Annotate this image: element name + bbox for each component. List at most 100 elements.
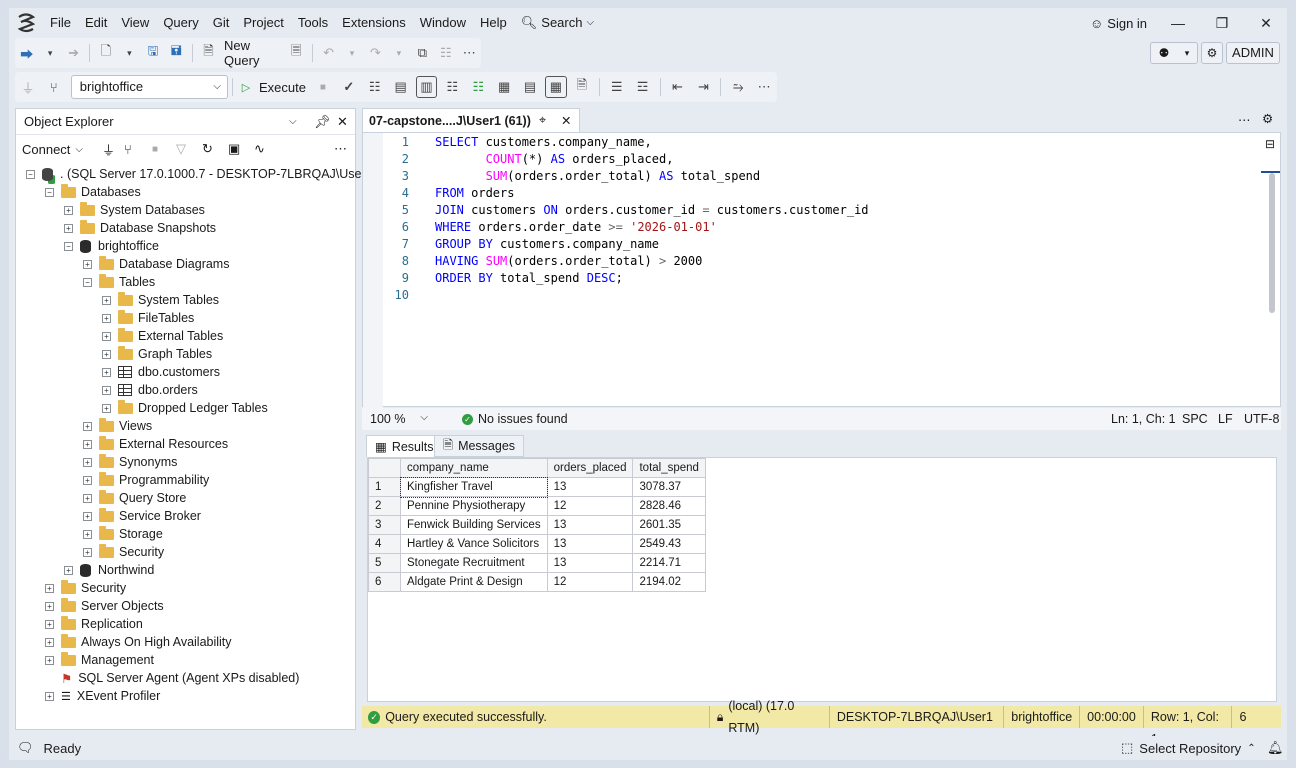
expand-icon[interactable]: + (102, 367, 111, 377)
line-ending[interactable]: LF (1218, 412, 1233, 426)
expand-icon[interactable]: + (83, 421, 92, 431)
properties-icon[interactable]: ☷ (436, 42, 455, 64)
redo-icon[interactable]: ↷ (366, 42, 385, 64)
expand-icon[interactable]: + (64, 205, 73, 215)
expand-icon[interactable]: + (83, 511, 92, 521)
expand-icon[interactable]: + (83, 259, 92, 269)
pin-icon[interactable]: ⌖ (539, 113, 546, 128)
execute-button[interactable]: ▷ Execute (237, 76, 310, 98)
forward-icon[interactable]: ➔ (64, 42, 83, 64)
tab-messages[interactable]: 🗎 Messages (434, 435, 525, 457)
expand-icon[interactable]: + (64, 565, 73, 575)
more-icon[interactable]: ⋯ (334, 141, 347, 157)
sign-in-button[interactable]: ☺ Sign in (1090, 14, 1147, 32)
tree-node[interactable]: + Query Store (83, 489, 186, 507)
tree-node[interactable]: + Always On High Availability (45, 633, 232, 651)
include-plan-icon[interactable]: ☷ (441, 76, 463, 98)
close-icon[interactable]: ✕ (337, 114, 348, 130)
dropdown-icon[interactable]: ▾ (342, 42, 361, 64)
tree-node[interactable]: + Programmability (83, 471, 209, 489)
tab-list-icon[interactable]: ⋯ (1238, 112, 1251, 127)
expand-icon[interactable]: + (83, 529, 92, 539)
tree-node[interactable]: + Views (83, 417, 152, 435)
results-text-icon[interactable]: ▤ (519, 76, 541, 98)
expand-icon[interactable]: + (102, 385, 111, 395)
close-window-button[interactable]: ✕ (1244, 8, 1288, 38)
tree-node[interactable]: − brightoffice (64, 237, 159, 255)
select-repository-button[interactable]: ⬚ Select Repository ⌃ (1121, 740, 1256, 756)
table-cell[interactable]: 13 (546, 515, 634, 535)
whitespace-mode[interactable]: SPC (1182, 412, 1208, 426)
database-select[interactable]: brightoffice ⌵ (70, 75, 228, 99)
tree-node[interactable]: + FileTables (102, 309, 194, 327)
dropdown-icon[interactable]: ▾ (120, 42, 139, 64)
row-number[interactable]: 5 (368, 553, 401, 573)
menu-file[interactable]: File (43, 8, 78, 38)
collapse-icon[interactable]: − (83, 277, 92, 287)
save-icon[interactable]: 🖫 (143, 42, 162, 64)
user-badge[interactable]: ADMIN (1226, 42, 1280, 64)
row-number[interactable]: 2 (368, 496, 401, 516)
table-row[interactable]: 1 Kingfisher Travel 13 3078.37 (368, 476, 706, 498)
stop-icon[interactable]: ■ (152, 144, 158, 155)
grid-corner[interactable] (368, 458, 401, 478)
table-cell[interactable]: 13 (546, 477, 634, 497)
notifications-icon[interactable]: 🔔︎ (1267, 740, 1284, 756)
table-cell[interactable]: Aldgate Print & Design (400, 572, 548, 592)
tree-node[interactable]: + Management (45, 651, 154, 669)
dropdown-icon[interactable]: ▾ (389, 42, 408, 64)
uncomment-icon[interactable]: ☲ (632, 76, 654, 98)
table-cell[interactable]: Fenwick Building Services (400, 515, 548, 535)
table-row[interactable]: 3 Fenwick Building Services 13 2601.35 (368, 515, 706, 535)
tree-node[interactable]: + dbo.customers (102, 363, 220, 381)
more-icon[interactable]: ⋯ (460, 42, 479, 64)
undo-icon[interactable]: ↶ (319, 42, 338, 64)
table-cell[interactable]: 2194.02 (632, 572, 706, 592)
code-line[interactable]: WHERE orders.order_date >= '2026-01-01' (435, 220, 717, 234)
menu-project[interactable]: Project (236, 8, 290, 38)
menu-query[interactable]: Query (156, 8, 205, 38)
table-cell[interactable]: 2828.46 (632, 496, 706, 516)
code-line[interactable]: ORDER BY total_spend DESC; (435, 271, 623, 285)
collapse-icon[interactable]: − (45, 187, 54, 197)
code-line[interactable]: HAVING SUM(orders.order_total) > 2000 (435, 254, 702, 268)
new-file-icon[interactable]: 🗋 (96, 42, 115, 64)
dropdown-icon[interactable]: ▾ (40, 42, 59, 64)
table-cell[interactable]: 12 (546, 496, 634, 516)
tree-node[interactable]: − . (SQL Server 17.0.1000.7 - DESKTOP-7LB… (26, 165, 377, 183)
results-grid-icon[interactable]: ▦ (545, 76, 567, 98)
expand-icon[interactable]: + (102, 349, 111, 359)
results-table[interactable]: company_name orders_placed total_spend 1 Ki… (368, 458, 706, 592)
expand-icon[interactable]: + (102, 403, 111, 413)
filter-icon[interactable]: ▽ (176, 141, 186, 157)
connect-button[interactable]: Connect ⌵ (22, 142, 83, 157)
live-stats-icon[interactable]: ☷ (467, 76, 489, 98)
table-cell[interactable]: 13 (546, 553, 634, 573)
row-number[interactable]: 1 (368, 477, 401, 497)
tree-node[interactable]: + Synonyms (83, 453, 177, 471)
menu-tools[interactable]: Tools (291, 8, 335, 38)
tree-node[interactable]: + Database Snapshots (64, 219, 216, 237)
tree-node[interactable]: + Graph Tables (102, 345, 212, 363)
tree-node[interactable]: ⚑ SQL Server Agent (Agent XPs disabled) (45, 669, 299, 687)
tree-node[interactable]: + External Tables (102, 327, 223, 345)
parse-icon[interactable]: ✓ (338, 76, 360, 98)
tree-node[interactable]: + External Resources (83, 435, 228, 453)
intellisense-icon[interactable]: ▥ (415, 76, 438, 98)
expand-icon[interactable]: + (83, 493, 92, 503)
expand-icon[interactable]: + (64, 223, 73, 233)
row-number[interactable]: 3 (368, 515, 401, 535)
code-line[interactable]: SUM(orders.order_total) AS total_spend (435, 169, 761, 183)
code-line[interactable]: FROM orders (435, 186, 514, 200)
tab-results[interactable]: ▦ Results (366, 435, 443, 457)
restore-button[interactable]: ❐ (1200, 8, 1244, 38)
tree-node[interactable]: + System Databases (64, 201, 205, 219)
collapse-icon[interactable]: − (26, 169, 35, 179)
table-cell[interactable]: Pennine Physiotherapy (400, 496, 548, 516)
tree-node[interactable]: + Database Diagrams (83, 255, 229, 273)
tree-node[interactable]: + Replication (45, 615, 143, 633)
more-icon[interactable]: ⋯ (753, 76, 775, 98)
pin-icon[interactable]: 📌︎ (314, 114, 331, 130)
expand-icon[interactable]: + (45, 619, 54, 629)
table-cell[interactable]: Stonegate Recruitment (400, 553, 548, 573)
